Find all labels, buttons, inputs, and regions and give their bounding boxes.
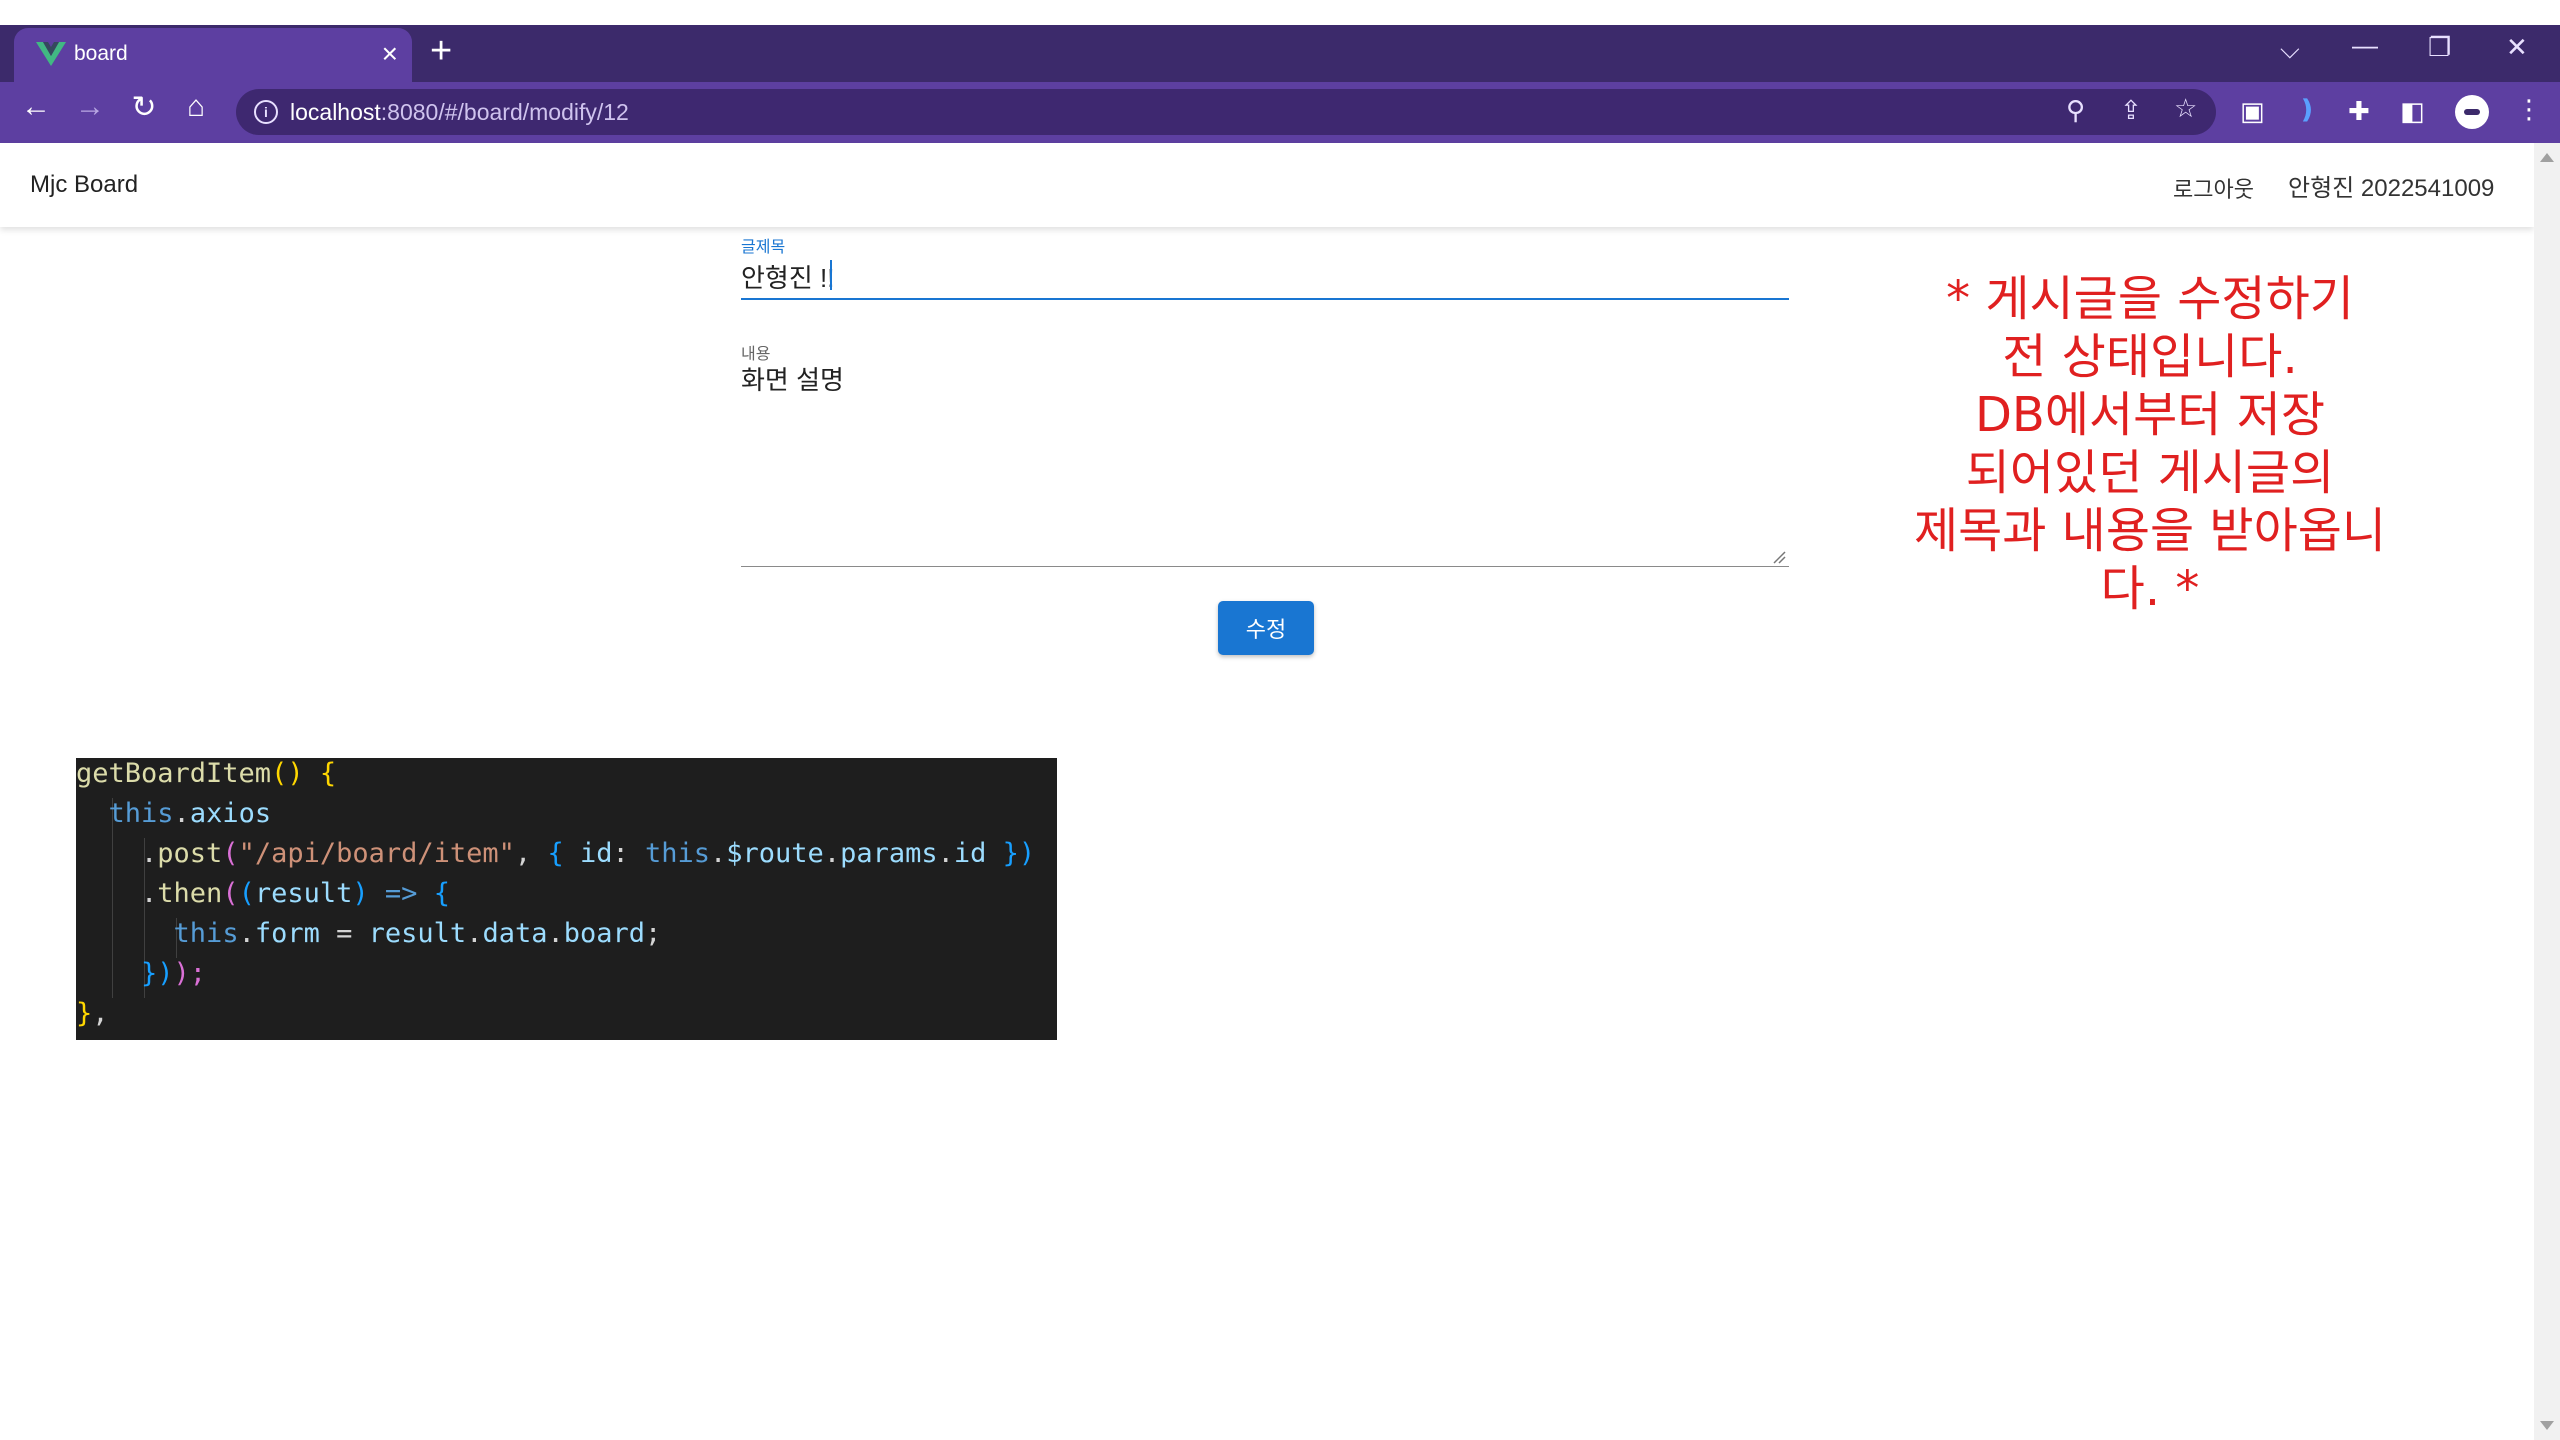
code-line: this.axios [108, 798, 272, 829]
tab-title: board [74, 42, 128, 65]
page-scrollbar[interactable] [2534, 143, 2560, 1440]
share-icon[interactable]: ⇪ [2120, 95, 2142, 126]
tab-search-icon[interactable]: ⌵ [2280, 34, 2300, 66]
user-info: 안형진 2022541009 [2288, 175, 2495, 202]
app-header: Mjc Board [0, 143, 2534, 227]
code-line: getBoardItem() { [76, 758, 337, 789]
bookmark-star-icon[interactable]: ☆ [2174, 93, 2197, 124]
title-field-label: 글제목 [741, 239, 786, 256]
minimize-icon[interactable]: — [2352, 30, 2378, 61]
url-text[interactable]: localhost:8080/#/board/modify/12 [290, 99, 629, 126]
annotation-note: * 게시글을 수정하기 전 상태입니다. DB에서부터 저장 되어있던 게시글의… [1870, 270, 2430, 618]
content-textarea-underline [741, 566, 1789, 567]
restore-icon[interactable]: ❐ [2428, 32, 2451, 63]
screen-top-strip [0, 0, 2560, 25]
new-tab-icon[interactable]: + [430, 32, 452, 70]
annotation-line: 전 상태입니다. [2002, 329, 2298, 385]
code-line: .post("/api/board/item", { id: this.$rou… [76, 838, 1036, 869]
scroll-up-arrow-icon[interactable] [2540, 153, 2554, 162]
annotation-line: DB에서부터 저장 [1974, 387, 2326, 443]
close-window-icon[interactable]: ✕ [2506, 32, 2528, 63]
title-input-underline [741, 298, 1789, 300]
code-line: })); [141, 958, 207, 989]
code-snippet: getBoardItem() { this.axios .post("/api/… [76, 758, 1057, 1040]
extension-icon[interactable]: ▣ [2240, 96, 2265, 127]
resize-handle-icon[interactable] [1772, 550, 1786, 564]
code-line: this.form = result.data.board; [173, 918, 662, 949]
annotation-line: 되어있던 게시글의 [1965, 445, 2335, 501]
read-aloud-icon[interactable]: ❫ [2296, 94, 2318, 125]
annotation-line: 다. * [2100, 561, 2200, 617]
app-title[interactable]: Mjc Board [30, 171, 138, 199]
home-icon[interactable]: ⌂ [176, 90, 216, 124]
site-info-icon[interactable]: i [254, 100, 278, 124]
code-line: .then((result) => { [76, 878, 450, 909]
back-icon[interactable]: ← [16, 90, 56, 124]
content-textarea[interactable]: 화면 설명 [741, 360, 844, 397]
annotation-line: 제목과 내용을 받아옵니 [1913, 503, 2387, 559]
address-bar[interactable]: i localhost:8080/#/board/modify/12 ⚲ ⇪ ☆ [236, 89, 2216, 135]
annotation-line: * 게시글을 수정하기 [1946, 271, 2354, 327]
logout-link[interactable]: 로그아웃 [2173, 172, 2254, 204]
browser-menu-icon[interactable]: ⋮ [2516, 94, 2542, 125]
browser-tab[interactable]: board × [14, 28, 412, 85]
forward-icon[interactable]: → [70, 90, 110, 124]
extensions-puzzle-icon[interactable]: ✚ [2348, 96, 2370, 127]
reload-icon[interactable]: ↻ [124, 90, 164, 125]
zoom-icon[interactable]: ⚲ [2066, 95, 2085, 126]
profile-avatar[interactable] [2455, 95, 2489, 129]
scroll-down-arrow-icon[interactable] [2540, 1421, 2554, 1430]
side-panel-icon[interactable]: ◧ [2400, 96, 2425, 127]
text-caret [830, 260, 832, 290]
vue-logo-icon [36, 42, 66, 66]
modify-submit-button[interactable]: 수정 [1218, 601, 1314, 655]
title-input[interactable]: 안형진 !! [741, 258, 834, 295]
code-line: }, [76, 998, 109, 1029]
tab-close-icon[interactable]: × [382, 38, 398, 70]
